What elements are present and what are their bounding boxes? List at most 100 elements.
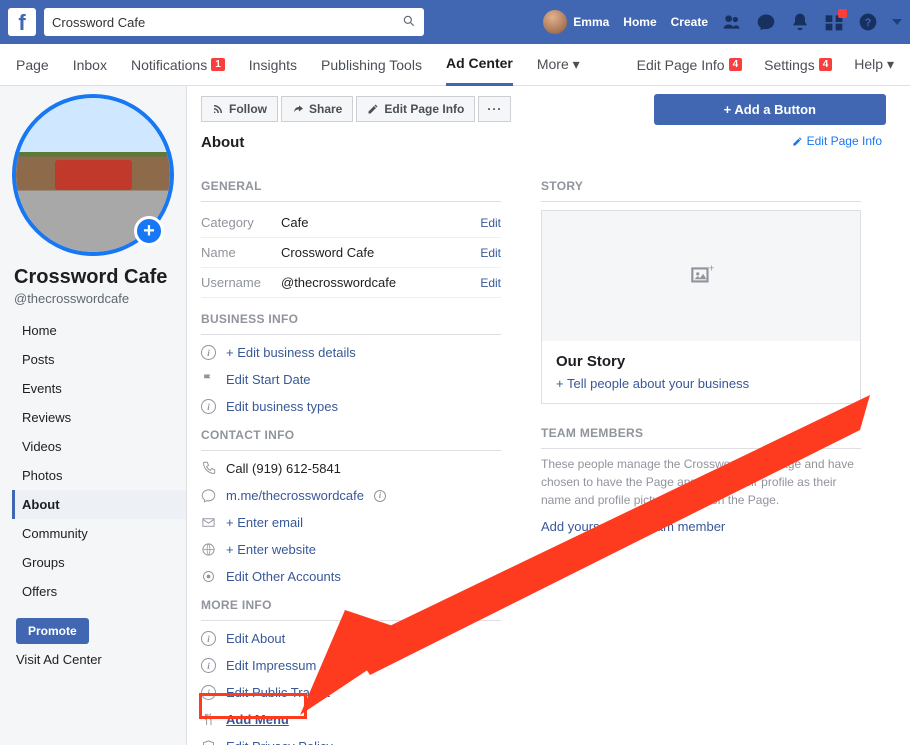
kv-key: Username [201,275,281,290]
contact-link[interactable]: + Enter website [226,542,316,557]
edit-link[interactable]: Edit [480,246,501,260]
kv-key: Category [201,215,281,230]
notifications-badge: 1 [211,58,225,71]
sidebar-item-offers[interactable]: Offers [12,577,186,606]
general-row: Username@thecrosswordcafeEdit [201,268,501,298]
sidebar-item-videos[interactable]: Videos [12,432,186,461]
add-a-button-button[interactable]: + Add a Button [654,94,886,125]
moreinfo-link[interactable]: Edit Impressum [226,658,316,673]
visit-ad-center-link[interactable]: Visit Ad Center [16,652,186,667]
create-link[interactable]: Create [671,15,708,29]
mail-icon [201,515,216,530]
kv-val: Cafe [281,215,480,230]
sidebar-item-groups[interactable]: Groups [12,548,186,577]
business-info-heading: BUSINESS INFO [201,312,501,335]
top-user-name: Emma [573,15,609,29]
team-members-desc: These people manage the Crossword Cafe P… [541,455,861,509]
edit-page-info-button[interactable]: Edit Page Info [356,96,475,122]
moreinfo-link[interactable]: Edit Privacy Policy [226,739,333,745]
kv-val: @thecrosswordcafe [281,275,480,290]
info-icon: i [201,399,216,414]
kv-val: Crossword Cafe [281,245,480,260]
edit-page-info-link[interactable]: Edit Page Info [792,134,882,148]
contact-row: + Enter website [201,542,501,557]
tab-publishing[interactable]: Publishing Tools [321,44,422,86]
accounts-icon [201,569,216,584]
business-link[interactable]: + Edit business details [226,345,356,360]
kv-key: Name [201,245,281,260]
info-icon: i [201,631,216,646]
page-handle: @thecrosswordcafe [14,291,186,306]
story-box: + Our Story + Tell people about your bus… [541,210,861,404]
settings-badge: 4 [819,58,833,71]
home-link[interactable]: Home [623,15,656,29]
story-heading: STORY [541,179,861,202]
promote-button[interactable]: Promote [16,618,89,644]
sidebar-item-community[interactable]: Community [12,519,186,548]
tab-help[interactable]: Help ▾ [854,44,894,86]
contact-link[interactable]: m.me/thecrosswordcafe [226,488,364,503]
top-user-chip[interactable]: Emma [543,10,609,34]
tab-settings[interactable]: Settings4 [764,44,832,86]
edit-link[interactable]: Edit [480,216,501,230]
business-link[interactable]: Edit Start Date [226,372,311,387]
moreinfo-row: i Edit About [201,631,501,646]
annotation-highlight-box [199,693,307,719]
follow-button[interactable]: Follow [201,96,278,122]
page-nav-tabs: Page Inbox Notifications1 Insights Publi… [0,44,910,86]
general-row: CategoryCafeEdit [201,208,501,238]
contact-link[interactable]: Edit Other Accounts [226,569,341,584]
add-yourself-team-link[interactable]: Add yourself as a team member [541,519,725,534]
contact-info-heading: CONTACT INFO [201,428,501,451]
sidebar-item-reviews[interactable]: Reviews [12,403,186,432]
business-link[interactable]: Edit business types [226,399,338,414]
about-left-col: GENERAL CategoryCafeEditNameCrossword Ca… [201,165,501,745]
tab-edit-page-info[interactable]: Edit Page Info4 [637,44,743,86]
notifications-icon[interactable] [790,12,810,32]
tab-insights[interactable]: Insights [249,44,297,86]
about-right-col: STORY + Our Story + Tell people about yo… [541,165,861,745]
business-row: Edit Start Date [201,372,501,387]
facebook-logo-icon[interactable]: f [8,8,36,36]
sidebar-item-posts[interactable]: Posts [12,345,186,374]
general-row: NameCrossword CafeEdit [201,238,501,268]
profile-picture[interactable]: + [12,94,174,256]
tab-notifications[interactable]: Notifications1 [131,44,225,86]
info-icon[interactable]: i [374,490,386,502]
story-placeholder[interactable]: + [542,211,860,341]
tab-page[interactable]: Page [16,44,49,86]
story-tell-link[interactable]: + Tell people about your business [556,376,749,391]
account-dropdown-icon[interactable] [892,19,902,25]
search-input[interactable] [52,15,402,30]
tab-inbox[interactable]: Inbox [73,44,107,86]
messenger-icon[interactable] [756,12,776,32]
friends-icon[interactable] [722,12,742,32]
edit-link[interactable]: Edit [480,276,501,290]
more-actions-button[interactable]: ··· [478,96,511,122]
sidebar-item-home[interactable]: Home [12,316,186,345]
sidebar-item-photos[interactable]: Photos [12,461,186,490]
moreinfo-link[interactable]: Edit About [226,631,285,646]
contact-row: + Enter email [201,515,501,530]
search-wrap [44,8,424,36]
add-photo-icon[interactable]: + [134,216,164,246]
search-icon[interactable] [402,14,416,31]
flag-icon [201,372,216,387]
business-row: i Edit business types [201,399,501,414]
tab-adcenter[interactable]: Ad Center [446,44,513,86]
sidebar: + Crossword Cafe @thecrosswordcafe HomeP… [0,86,186,745]
messenger-icon [201,488,216,503]
contact-link[interactable]: + Enter email [226,515,303,530]
team-members-heading: TEAM MEMBERS [541,426,861,449]
tab-more[interactable]: More ▾ [537,44,580,86]
contact-text: Call (919) 612-5841 [226,461,341,476]
svg-text:?: ? [865,17,872,29]
help-icon[interactable]: ? [858,12,878,32]
sidebar-item-events[interactable]: Events [12,374,186,403]
sidebar-item-about[interactable]: About [12,490,186,519]
share-button[interactable]: Share [281,96,353,122]
add-image-icon: + [688,263,714,289]
contact-row: Call (919) 612-5841 [201,461,501,476]
quick-help-icon[interactable] [824,12,844,32]
top-right: Emma Home Create ? [543,10,902,34]
